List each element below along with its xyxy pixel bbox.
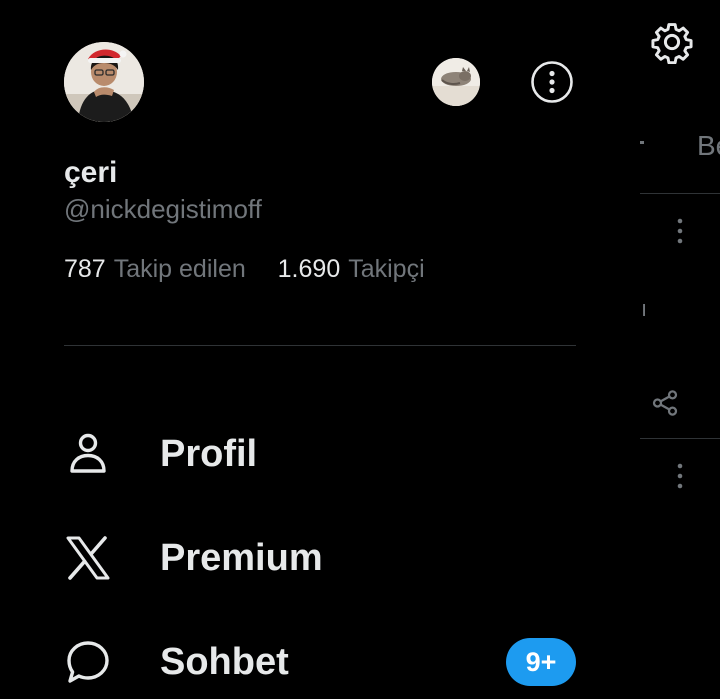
tab-indicator-fragment xyxy=(640,141,644,144)
profile-avatar[interactable] xyxy=(64,42,144,122)
more-options-button[interactable] xyxy=(530,60,574,104)
settings-gear-icon[interactable] xyxy=(650,20,694,64)
screen: Be ı xyxy=(0,0,720,699)
following-count: 787 xyxy=(64,255,106,283)
unread-badge: 9+ xyxy=(506,638,576,686)
share-icon[interactable] xyxy=(650,388,680,418)
menu-label-premium: Premium xyxy=(160,537,323,579)
menu-label-chat: Sohbet xyxy=(160,641,289,683)
menu-item-profile[interactable]: Profil xyxy=(0,404,640,504)
following-link[interactable]: 787 Takip edilen xyxy=(64,255,253,283)
background-timeline: Be ı xyxy=(640,0,720,699)
post-more-icon[interactable] xyxy=(674,461,686,491)
followers-link[interactable]: 1.690 Takipçi xyxy=(278,255,425,283)
user-handle: @nickdegistimoff xyxy=(64,194,262,224)
chat-bubble-icon xyxy=(64,638,112,686)
menu-item-premium[interactable]: Premium xyxy=(0,508,640,608)
follow-stats: 787 Takip edilen 1.690 Takipçi xyxy=(64,255,425,284)
x-logo-icon xyxy=(64,534,112,582)
post-more-icon[interactable] xyxy=(674,216,686,246)
menu-item-chat[interactable]: Sohbet 9+ xyxy=(0,612,640,699)
menu-label-profile: Profil xyxy=(160,433,258,475)
display-name[interactable]: çeri xyxy=(64,156,117,190)
account-photo-icon xyxy=(432,58,480,106)
followers-count: 1.690 xyxy=(277,255,341,283)
timeline-divider xyxy=(640,438,720,439)
timeline-divider xyxy=(640,193,720,194)
person-icon xyxy=(64,430,112,478)
followers-label: Takipçi xyxy=(348,255,425,283)
following-label: Takip edilen xyxy=(113,255,246,283)
avatar-photo-icon xyxy=(64,42,144,122)
post-text-fragment: ı xyxy=(641,296,648,321)
more-vertical-icon xyxy=(531,61,573,103)
tab-label-fragment[interactable]: Be xyxy=(697,130,720,162)
side-drawer: çeri @nickdegistimoff 787 Takip edilen 1.… xyxy=(0,0,640,699)
switch-account-avatar[interactable] xyxy=(432,58,480,106)
drawer-divider xyxy=(64,345,576,346)
